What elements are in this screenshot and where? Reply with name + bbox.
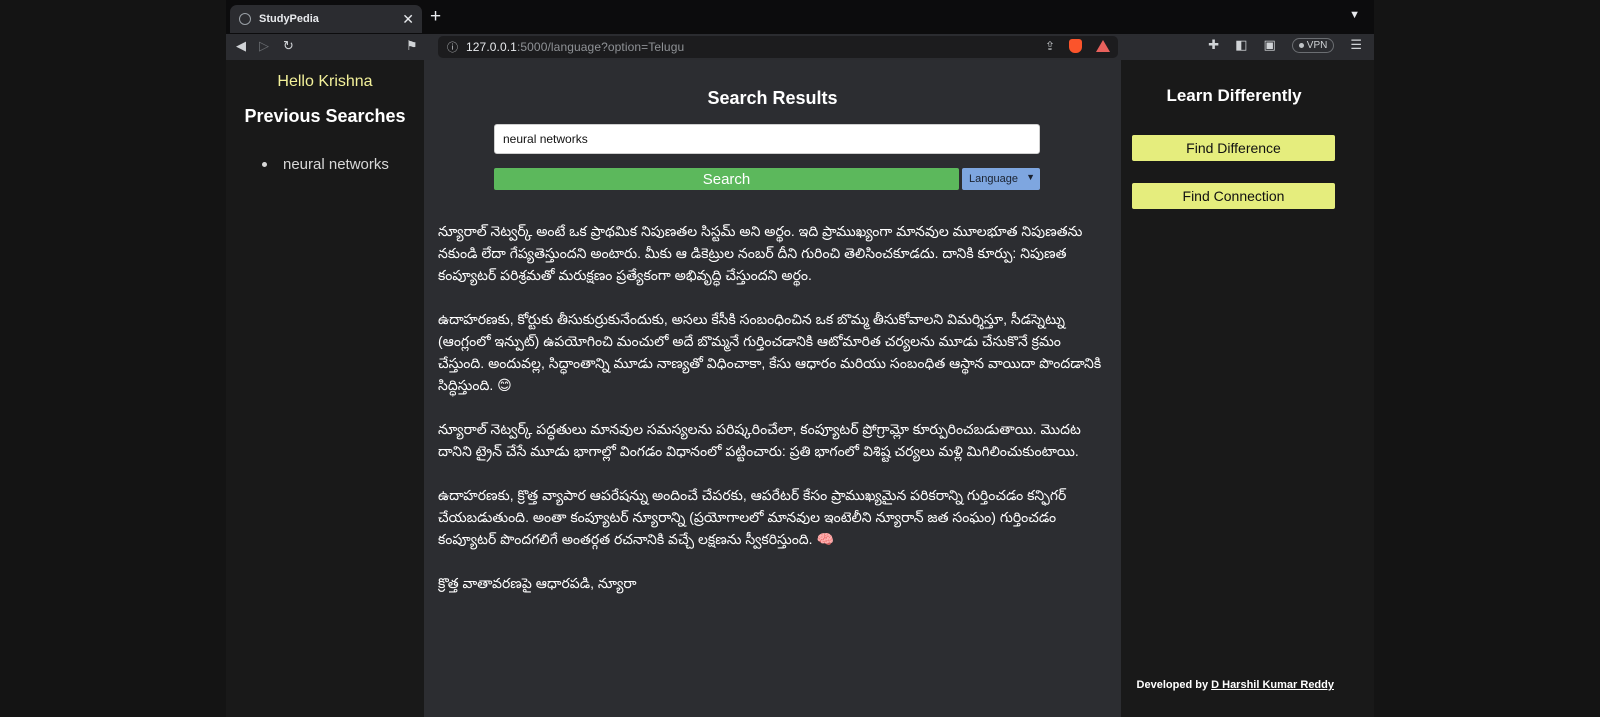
- toolbar: ◀ ▷ ↻ ⚑ ⓘ 127.0.0.1:5000/language?option…: [226, 34, 1374, 60]
- url-text[interactable]: 127.0.0.1:5000/language?option=Telugu: [466, 40, 684, 54]
- vpn-button[interactable]: VPN: [1291, 37, 1335, 53]
- chevron-down-icon[interactable]: ▼: [1349, 9, 1360, 21]
- chevron-down-icon: ▼: [1026, 172, 1035, 182]
- language-select[interactable]: Language ▼: [962, 168, 1040, 190]
- toolbar-right-actions: ✚ ◧ ▣ VPN ☰: [1208, 37, 1362, 53]
- bullet-icon: [262, 162, 267, 167]
- result-paragraph: ఉదాహరణకు, క్రొత్త వ్యాపార ఆపరేషన్ను అంది…: [438, 487, 1067, 547]
- search-results-panel: Search Results Search Language ▼ న్యూరాల…: [424, 60, 1374, 717]
- globe-icon: [239, 13, 251, 25]
- result-paragraph: క్రొత్త వాతావరణపై ఆధారపడి, న్యూరా: [438, 575, 637, 591]
- footer-credit: Developed by D Harshil Kumar Reddy: [1136, 679, 1334, 691]
- result-paragraph: న్యూరాల్ నెట్వర్క్ అంటే ఒక ప్రాథమిక నిపు…: [438, 223, 1083, 283]
- greeting-text: Hello Krishna: [277, 73, 373, 90]
- search-input[interactable]: [494, 124, 1040, 154]
- author-link[interactable]: D Harshil Kumar Reddy: [1211, 679, 1334, 691]
- find-connection-button[interactable]: Find Connection: [1132, 183, 1335, 209]
- forward-icon[interactable]: ▷: [259, 38, 269, 54]
- wallet-icon[interactable]: ▣: [1263, 37, 1275, 53]
- learn-differently-title: Learn Differently: [1166, 86, 1302, 105]
- result-paragraph: ఉదాహరణకు, కోర్టుకు తీసుకుర్రుకునేందుకు, …: [438, 311, 1102, 393]
- close-icon[interactable]: ✕: [402, 11, 414, 28]
- menu-icon[interactable]: ☰: [1350, 37, 1362, 53]
- tab-studypedia[interactable]: StudyPedia ✕: [230, 5, 422, 33]
- browser-window: StudyPedia ✕ + ▼ ◀ ▷ ↻ ⚑ ⓘ 127.0.0.1:500…: [226, 0, 1374, 717]
- vpn-status-icon: [1298, 42, 1304, 48]
- tab-strip: StudyPedia ✕ + ▼: [226, 0, 1374, 34]
- url-bar-actions: ⇪: [1045, 39, 1110, 53]
- info-icon[interactable]: ⓘ: [447, 39, 458, 55]
- reload-icon[interactable]: ↻: [283, 38, 294, 54]
- address-bar[interactable]: ⓘ 127.0.0.1:5000/language?option=Telugu …: [438, 36, 1118, 58]
- previous-search-item[interactable]: neural networks: [262, 156, 389, 173]
- result-text: న్యూరాల్ నెట్వర్క్ అంటే ఒక ప్రాథమిక నిపు…: [438, 220, 1108, 616]
- previous-searches-title: Previous Searches: [244, 106, 406, 126]
- learn-differently-sidebar: Learn Differently Find Difference Find C…: [1121, 60, 1374, 717]
- result-paragraph: న్యూరాల్ నెట్వర్క్ పద్ధతులు మానవుల సమస్య…: [438, 421, 1081, 459]
- sidebar-icon[interactable]: ◧: [1235, 37, 1247, 53]
- page-title: Search Results: [707, 88, 838, 108]
- previous-searches-list: neural networks: [262, 156, 389, 173]
- back-icon[interactable]: ◀: [236, 38, 246, 54]
- tab-title: StudyPedia: [259, 13, 319, 25]
- previous-searches-sidebar: Hello Krishna Previous Searches neural n…: [226, 60, 424, 717]
- extensions-icon[interactable]: ✚: [1208, 37, 1219, 53]
- bookmark-icon[interactable]: ⚑: [406, 38, 418, 54]
- plus-icon[interactable]: +: [430, 6, 441, 28]
- brave-shields-icon[interactable]: [1069, 39, 1082, 53]
- page-content: Hello Krishna Previous Searches neural n…: [226, 60, 1374, 717]
- find-difference-button[interactable]: Find Difference: [1132, 135, 1335, 161]
- brave-rewards-icon[interactable]: [1096, 40, 1110, 52]
- share-icon[interactable]: ⇪: [1045, 39, 1055, 53]
- search-button[interactable]: Search: [494, 168, 959, 190]
